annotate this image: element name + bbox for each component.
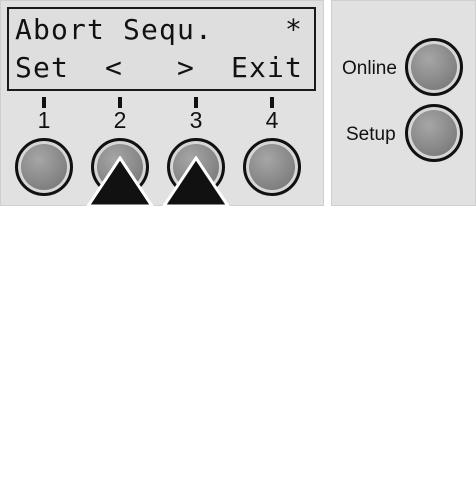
lcd-char: < [105, 51, 122, 84]
lcd-char: S [15, 51, 32, 84]
lcd-char [249, 11, 266, 49]
lcd-line-1: A b o r t S e q u . * [15, 11, 308, 49]
lcd-display: A b o r t S e q u . * S e t < > E x i t [7, 7, 316, 91]
lcd-char: u [177, 13, 194, 46]
lcd-char [105, 11, 122, 49]
lcd-char: E [231, 51, 248, 84]
lcd-char: . [195, 13, 212, 46]
key-4-button[interactable] [243, 138, 301, 196]
lcd-char: b [33, 13, 50, 46]
lcd-char: > [177, 51, 194, 84]
lcd-char: e [141, 13, 158, 46]
setup-label: Setup [346, 124, 396, 145]
lcd-char [213, 49, 230, 87]
lcd-char: e [33, 51, 50, 84]
lcd-char [231, 11, 248, 49]
online-button[interactable] [405, 38, 463, 96]
lcd-char: q [159, 13, 176, 46]
lcd-char [87, 49, 104, 87]
lcd-char: t [285, 51, 302, 84]
key-1-number: 1 [37, 107, 51, 133]
setup-button[interactable] [405, 104, 463, 162]
key-4-number: 4 [265, 107, 279, 133]
lcd-char: A [15, 13, 32, 46]
lcd-char: r [69, 13, 86, 46]
lcd-char: * [285, 13, 302, 46]
lcd-char: t [87, 13, 104, 46]
key-1-button[interactable] [15, 138, 73, 196]
press-key-3-arrow-icon [161, 156, 231, 208]
lcd-char [213, 11, 230, 49]
key-2-number: 2 [113, 107, 127, 133]
lcd-char: x [249, 51, 266, 84]
lcd-char [69, 49, 86, 87]
lcd-char [159, 49, 176, 87]
side-panel [331, 0, 476, 206]
lcd-char: S [123, 13, 140, 46]
key-3-number: 3 [189, 107, 203, 133]
lcd-line-2: S e t < > E x i t [15, 49, 308, 87]
press-key-2-arrow-icon [85, 156, 155, 208]
lcd-char [123, 49, 140, 87]
lcd-char: i [267, 51, 284, 84]
online-label: Online [342, 58, 397, 79]
lcd-char: o [51, 13, 68, 46]
lcd-char [195, 49, 212, 87]
lcd-char [141, 49, 158, 87]
lcd-char: t [51, 51, 68, 84]
lcd-char [267, 11, 284, 49]
